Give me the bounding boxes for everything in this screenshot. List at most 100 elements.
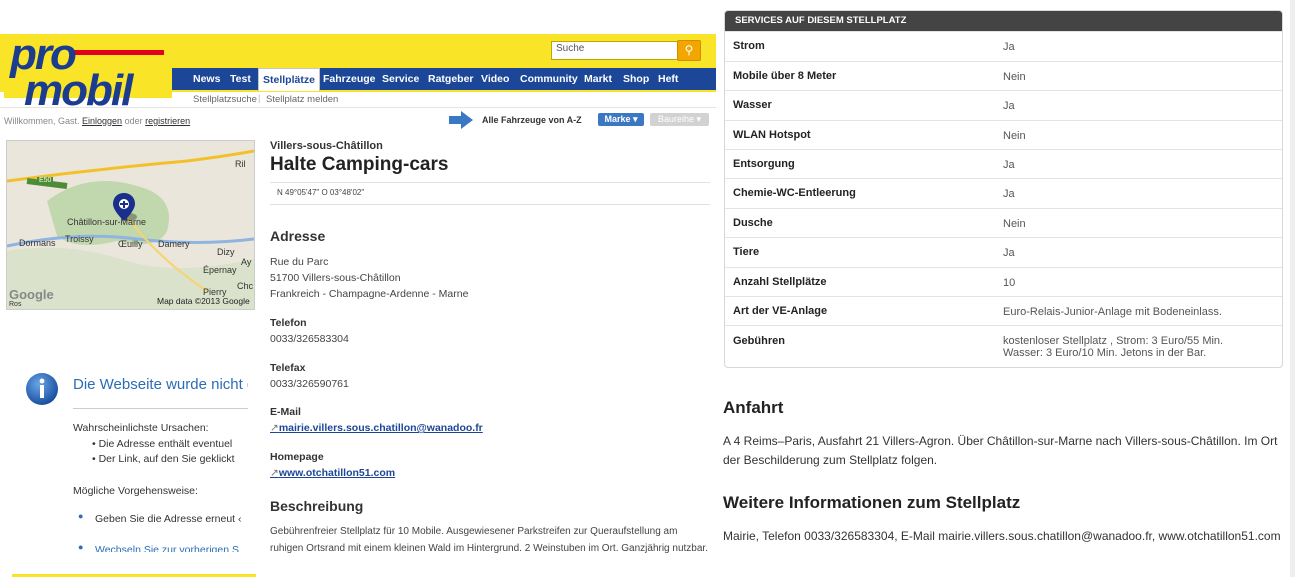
- service-key: Strom: [733, 40, 765, 52]
- nav-ratgeber[interactable]: Ratgeber: [424, 68, 478, 90]
- map-pin-icon[interactable]: [111, 193, 137, 223]
- coordinates: N 49°05'47" O 03°48'02": [277, 188, 365, 197]
- service-key: Dusche: [733, 217, 773, 229]
- nav-community[interactable]: Community: [516, 68, 582, 90]
- service-key: WLAN Hotspot: [733, 129, 811, 141]
- service-value: Ja: [1003, 188, 1015, 200]
- map-label-epernay: Épernay: [203, 265, 237, 275]
- email-link-text: mairie.villers.sous.chatillon@wanadoo.fr: [278, 422, 483, 434]
- service-value-line: Ja: [1003, 247, 1015, 259]
- login-link[interactable]: Einloggen: [82, 116, 122, 126]
- address-line: 51700 Villers-sous-Châtillon: [270, 272, 401, 284]
- service-row: Chemie-WC-Entleerung Ja: [725, 178, 1282, 209]
- services-heading: SERVICES AUF DIESEM STELLPLATZ: [725, 11, 1282, 31]
- search-button[interactable]: ⚲: [677, 40, 701, 61]
- service-row: Mobile über 8 Meter Nein: [725, 61, 1282, 91]
- service-key: Entsorgung: [733, 158, 795, 170]
- weitere-text: Mairie, Telefon 0033/326583304, E-Mail m…: [723, 529, 1281, 543]
- map-label-ros: Ros: [9, 301, 22, 308]
- location-map[interactable]: E50 Ril Châtillon-sur-Marne Dormans Troi…: [6, 140, 255, 310]
- divider: [0, 107, 716, 108]
- fax-value: 0033/326590761: [270, 378, 349, 390]
- causes-heading: Wahrscheinlichste Ursachen:: [73, 422, 209, 434]
- place-town: Villers-sous-Châtillon: [270, 140, 383, 152]
- nav-test[interactable]: Test: [226, 68, 255, 90]
- map-label-troissy: Troissy: [65, 234, 94, 244]
- cause-item: • Die Adresse enthält eventuel: [92, 438, 233, 450]
- address-line: Rue du Parc: [270, 256, 329, 268]
- service-key: Mobile über 8 Meter: [733, 70, 837, 82]
- service-value: Euro-Relais-Junior-Anlage mit Bodeneinla…: [1003, 306, 1222, 318]
- service-key: Gebühren: [733, 335, 785, 347]
- homepage-link-text: www.otchatillon51.com: [278, 467, 396, 479]
- scrollbar[interactable]: [1290, 0, 1295, 577]
- map-label-damery: Damery: [158, 239, 190, 249]
- nav-shop[interactable]: Shop: [619, 68, 653, 90]
- bullet-icon: ●: [78, 542, 84, 552]
- cause-text: Der Link, auf den Sie geklickt: [98, 453, 235, 465]
- service-row: Entsorgung Ja: [725, 149, 1282, 179]
- vehicles-az-link[interactable]: Alle Fahrzeuge von A-Z: [482, 115, 582, 125]
- map-label-oeuilly: Œuilly: [118, 239, 143, 249]
- or-text: oder: [124, 116, 143, 126]
- service-value-line: Wasser: 3 Euro/10 Min. Jetons in der Bar…: [1003, 347, 1207, 359]
- address-line: Frankreich - Champagne-Ardenne - Marne: [270, 288, 469, 300]
- nav-fahrzeuge[interactable]: Fahrzeuge: [319, 68, 380, 90]
- divider: [270, 204, 710, 205]
- marke-dropdown[interactable]: Marke ▾: [598, 113, 644, 126]
- service-row: Anzahl Stellplätze 10: [725, 267, 1282, 297]
- service-value-line: Nein: [1003, 71, 1026, 83]
- service-value-line: Ja: [1003, 41, 1015, 53]
- address-block: Rue du Parc 51700 Villers-sous-Châtillon…: [270, 254, 468, 302]
- fax-label: Telefax: [270, 362, 306, 374]
- go-back-link[interactable]: Wechseln Sie zur vorherigen S: [95, 544, 239, 552]
- external-link-icon: ↗: [270, 467, 279, 479]
- service-value-line: kostenloser Stellplatz , Strom: 3 Euro/5…: [1003, 335, 1224, 347]
- service-value-line: Ja: [1003, 159, 1015, 171]
- nav-video[interactable]: Video: [477, 68, 513, 90]
- description-text: Gebührenfreier Stellplatz für 10 Mobile.…: [270, 526, 708, 554]
- logo-line2: mobil: [24, 66, 133, 115]
- email-link[interactable]: ↗mairie.villers.sous.chatillon@wanadoo.f…: [270, 422, 483, 434]
- nav-stellpl-tze[interactable]: Stellplätze: [258, 68, 320, 91]
- service-value: Ja: [1003, 159, 1015, 171]
- description-heading: Beschreibung: [270, 498, 364, 514]
- service-value-line: Ja: [1003, 188, 1015, 200]
- nav-heft[interactable]: Heft: [654, 68, 682, 90]
- service-key: Tiere: [733, 246, 760, 258]
- welcome-text: Willkommen, Gast. Einloggen oder registr…: [4, 116, 190, 126]
- email-label: E-Mail: [270, 406, 301, 418]
- service-value: 10: [1003, 277, 1015, 289]
- baureihe-dropdown[interactable]: Baureihe ▾: [650, 113, 709, 126]
- service-row: Dusche Nein: [725, 208, 1282, 238]
- address-heading: Adresse: [270, 228, 326, 244]
- place-title: Halte Camping-cars: [270, 154, 449, 175]
- register-link[interactable]: registrieren: [145, 116, 190, 126]
- divider: [270, 182, 710, 183]
- nav-markt[interactable]: Markt: [580, 68, 616, 90]
- service-value: Ja: [1003, 100, 1015, 112]
- homepage-link[interactable]: ↗www.otchatillon51.com: [270, 467, 395, 479]
- anfahrt-heading: Anfahrt: [723, 398, 784, 417]
- nav-news[interactable]: News: [189, 68, 224, 90]
- subnav-stellplatz-melden[interactable]: Stellplatz melden: [266, 94, 338, 105]
- search-input[interactable]: Suche: [551, 41, 679, 60]
- map-label-dizy: Dizy: [217, 247, 235, 257]
- phone-label: Telefon: [270, 317, 307, 329]
- nav-service[interactable]: Service: [378, 68, 423, 90]
- service-row: WLAN Hotspot Nein: [725, 120, 1282, 150]
- map-label-ril: Ril: [235, 159, 246, 169]
- service-key: Art der VE-Anlage: [733, 305, 828, 317]
- steps-heading: Mögliche Vorgehensweise:: [73, 485, 198, 497]
- magnifier-icon: ⚲: [684, 43, 694, 57]
- service-value: Ja: [1003, 247, 1015, 259]
- service-row: Strom Ja: [725, 31, 1282, 62]
- service-row: Gebühren kostenloser Stellplatz , Strom: …: [725, 325, 1282, 367]
- service-value-line: 10: [1003, 277, 1016, 289]
- weitere-heading: Weitere Informationen zum Stellplatz: [723, 493, 1021, 512]
- subnav-stellplatzsuche[interactable]: Stellplatzsuche: [193, 94, 257, 105]
- service-value: Ja: [1003, 41, 1015, 53]
- anfahrt-text: A 4 Reims–Paris, Ausfahrt 21 Villers-Agr…: [723, 434, 1278, 467]
- logo-text[interactable]: pro mobil: [10, 33, 133, 115]
- divider: [73, 408, 248, 409]
